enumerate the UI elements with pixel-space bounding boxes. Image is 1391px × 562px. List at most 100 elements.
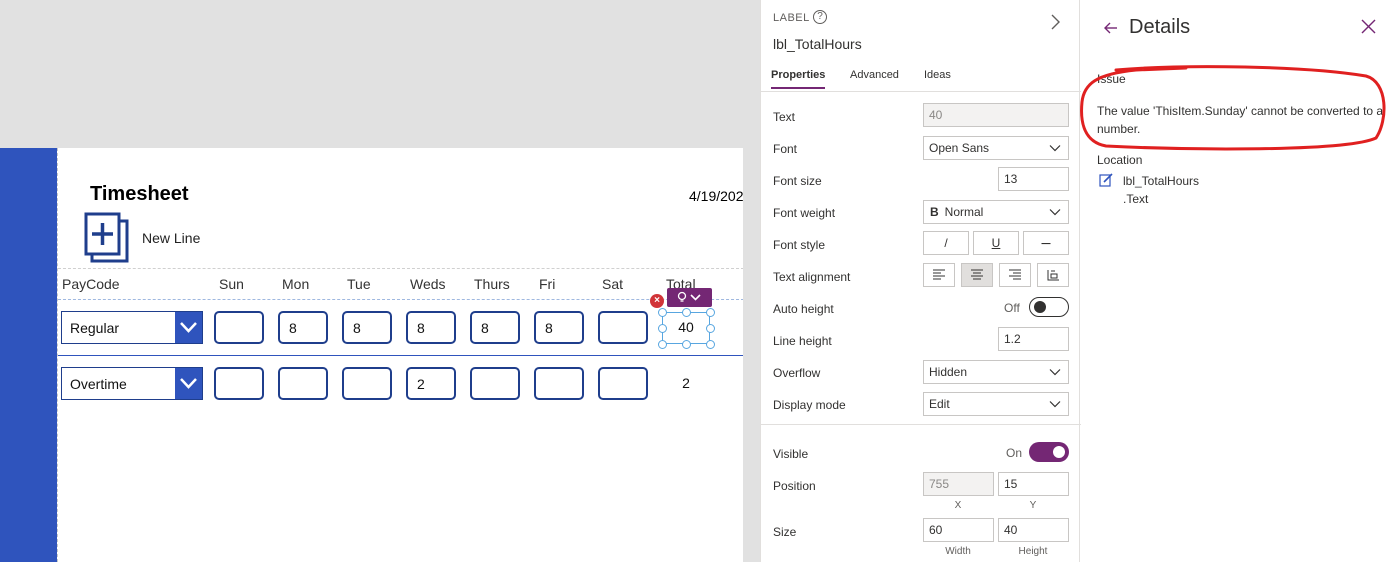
chevron-down-icon bbox=[180, 378, 197, 389]
lightbulb-icon bbox=[677, 291, 701, 302]
divider bbox=[761, 424, 1081, 425]
tab-properties[interactable]: Properties bbox=[771, 69, 826, 89]
edit-icon[interactable] bbox=[1099, 173, 1113, 187]
hours-input-fri[interactable] bbox=[534, 367, 584, 400]
hours-input-mon[interactable]: 8 bbox=[278, 311, 328, 344]
date-label: 4/19/202 bbox=[689, 188, 743, 204]
size-label: Size bbox=[773, 525, 797, 539]
overflow-value: Hidden bbox=[929, 365, 968, 379]
width-caption: Width bbox=[945, 546, 971, 557]
font-size-label: Font size bbox=[773, 174, 822, 188]
new-line-label[interactable]: New Line bbox=[142, 230, 200, 246]
hours-input-mon[interactable] bbox=[278, 367, 328, 400]
paycode-dropdown[interactable]: Overtime bbox=[61, 367, 203, 400]
visible-toggle[interactable] bbox=[1029, 442, 1069, 462]
location-property[interactable]: .Text bbox=[1123, 192, 1148, 206]
total-hours-label: 2 bbox=[682, 375, 690, 391]
visible-state: On bbox=[1006, 446, 1023, 460]
toggle-knob bbox=[1053, 446, 1065, 458]
x-caption: X bbox=[954, 500, 962, 511]
chevron-down-icon bbox=[1049, 401, 1061, 408]
text-label: Text bbox=[773, 110, 796, 124]
paycode-dropdown[interactable]: Regular bbox=[61, 311, 203, 344]
selection-box[interactable] bbox=[658, 308, 715, 349]
align-justify-button[interactable] bbox=[1037, 263, 1069, 287]
tab-ideas[interactable]: Ideas bbox=[924, 69, 951, 81]
hours-input-sat[interactable] bbox=[598, 311, 648, 344]
align-center-icon bbox=[971, 269, 983, 280]
auto-height-label: Auto height bbox=[773, 302, 834, 316]
error-icon[interactable]: × bbox=[650, 294, 664, 308]
font-select[interactable]: Open Sans bbox=[923, 136, 1069, 160]
column-header-sun: Sun bbox=[219, 276, 244, 292]
resize-handle[interactable] bbox=[706, 324, 715, 333]
auto-height-toggle[interactable] bbox=[1029, 297, 1069, 317]
hours-input-sun[interactable] bbox=[214, 311, 264, 344]
hours-input-weds[interactable]: 8 bbox=[406, 311, 456, 344]
column-header-sat: Sat bbox=[602, 276, 624, 292]
position-label: Position bbox=[773, 479, 816, 493]
display-mode-select[interactable]: Edit bbox=[923, 392, 1069, 416]
font-size-field[interactable]: 13 bbox=[998, 167, 1069, 191]
help-icon[interactable]: ? bbox=[813, 10, 827, 24]
resize-handle[interactable] bbox=[706, 308, 715, 317]
dropdown-button[interactable] bbox=[175, 368, 202, 399]
control-name[interactable]: lbl_TotalHours bbox=[773, 36, 862, 52]
italic-button[interactable]: / bbox=[923, 231, 969, 255]
hours-input-sun[interactable] bbox=[214, 367, 264, 400]
hours-input-weds[interactable]: 2 bbox=[406, 367, 456, 400]
align-right-button[interactable] bbox=[999, 263, 1031, 287]
chevron-right-icon[interactable] bbox=[1048, 12, 1062, 32]
height-caption: Height bbox=[1018, 546, 1048, 557]
overflow-select[interactable]: Hidden bbox=[923, 360, 1069, 384]
align-center-button[interactable] bbox=[961, 263, 993, 287]
resize-handle[interactable] bbox=[682, 308, 691, 317]
align-left-button[interactable] bbox=[923, 263, 955, 287]
resize-handle[interactable] bbox=[658, 308, 667, 317]
position-x-field[interactable]: 755 bbox=[923, 472, 994, 496]
column-header-weds: Weds bbox=[410, 276, 446, 292]
underline-button[interactable]: U bbox=[973, 231, 1019, 255]
gallery-row[interactable]: Regular 8 8 8 8 8 40 bbox=[58, 300, 743, 356]
size-width-field[interactable]: 60 bbox=[923, 518, 994, 542]
app-sidebar bbox=[0, 148, 57, 562]
hours-input-tue[interactable] bbox=[342, 367, 392, 400]
chevron-down-icon bbox=[180, 322, 197, 333]
hours-input-thurs[interactable]: 8 bbox=[470, 311, 520, 344]
add-copy-icon[interactable] bbox=[84, 212, 130, 264]
hours-input-fri[interactable]: 8 bbox=[534, 311, 584, 344]
hours-input-sat[interactable] bbox=[598, 367, 648, 400]
gallery-row[interactable]: Overtime 2 2 bbox=[58, 356, 743, 412]
size-height-field[interactable]: 40 bbox=[998, 518, 1069, 542]
chevron-down-icon bbox=[1049, 145, 1061, 152]
resize-handle[interactable] bbox=[706, 340, 715, 349]
annotation-circle bbox=[1080, 65, 1386, 151]
column-header-fri: Fri bbox=[539, 276, 556, 292]
resize-handle[interactable] bbox=[658, 324, 667, 333]
ideas-button[interactable] bbox=[667, 288, 712, 307]
resize-handle[interactable] bbox=[658, 340, 667, 349]
line-height-field[interactable]: 1.2 bbox=[998, 327, 1069, 351]
back-arrow-icon[interactable] bbox=[1103, 20, 1119, 36]
divider bbox=[761, 91, 1081, 92]
page-title: Timesheet bbox=[90, 183, 189, 205]
position-y-field[interactable]: 15 bbox=[998, 472, 1069, 496]
font-weight-select[interactable]: B Normal bbox=[923, 200, 1069, 224]
line-height-label: Line height bbox=[773, 334, 832, 348]
dropdown-button[interactable] bbox=[175, 312, 202, 343]
tab-advanced[interactable]: Advanced bbox=[850, 69, 899, 81]
paycode-value: Regular bbox=[70, 320, 120, 336]
font-weight-value: Normal bbox=[944, 205, 984, 219]
text-field[interactable]: 40 bbox=[923, 103, 1069, 127]
align-right-icon bbox=[1009, 269, 1021, 280]
details-title: Details bbox=[1129, 16, 1191, 38]
column-header-tue: Tue bbox=[347, 276, 371, 292]
hours-input-thurs[interactable] bbox=[470, 367, 520, 400]
close-icon[interactable] bbox=[1361, 19, 1376, 34]
font-style-label: Font style bbox=[773, 238, 826, 252]
strikethrough-button[interactable]: — bbox=[1023, 231, 1069, 255]
resize-handle[interactable] bbox=[682, 340, 691, 349]
app-screen: Timesheet 4/19/202 New Line PayCode Sun … bbox=[57, 148, 743, 562]
hours-input-tue[interactable]: 8 bbox=[342, 311, 392, 344]
location-link[interactable]: lbl_TotalHours bbox=[1123, 174, 1199, 188]
